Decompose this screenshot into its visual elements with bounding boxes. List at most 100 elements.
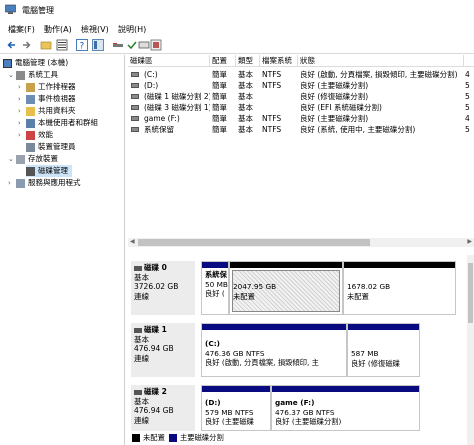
volume-type: 基本 xyxy=(238,103,253,112)
expand-arrow-icon[interactable]: › xyxy=(18,129,26,141)
collapse-arrow-icon[interactable]: ⌄ xyxy=(8,69,16,81)
disk-map: 磁碟 0 基本 3726.02 GB 連線 系統保 50 MB 良好 ( 204… xyxy=(128,255,467,431)
partition-c[interactable]: (C:) 476.36 GB NTFS 良好 (啟動, 分頁檔案, 損毀傾印, … xyxy=(201,323,347,377)
volume-row[interactable]: game (F:) 簡單 基本 NTFS 良好 (主要磁碟分割) 4 xyxy=(128,113,474,124)
column-header-filesystem[interactable]: 檔案系統 xyxy=(260,55,298,67)
window-title: 電腦管理 xyxy=(22,6,54,15)
menu-action[interactable]: 動作(A) xyxy=(44,24,72,35)
refresh-icon[interactable] xyxy=(112,39,124,51)
menu-file[interactable]: 檔案(F) xyxy=(8,24,35,35)
tree-storage[interactable]: ⌄ 存放裝置 xyxy=(8,153,58,165)
volume-filesystem: NTFS xyxy=(262,125,282,134)
disk-2-label[interactable]: 磁碟 2 基本 476.94 GB 連線 xyxy=(131,385,195,431)
volume-row[interactable]: 系統保留 簡單 基本 NTFS 良好 (系統, 使用中, 主要磁碟分割) 5 xyxy=(128,124,474,135)
partition-recovery[interactable]: 587 MB 良好 (修復磁碟 xyxy=(347,323,420,377)
menu-help[interactable]: 說明(H) xyxy=(118,24,146,35)
partition-status: 良好 (啟動, 分頁檔案, 損毀傾印, 主 xyxy=(205,358,319,367)
checkmark-icon[interactable] xyxy=(126,39,138,51)
partition-bar xyxy=(344,262,455,268)
partition-d[interactable]: (D:) 579 MB NTFS 良好 (主要磁碟 xyxy=(201,385,271,431)
volume-row[interactable]: (C:) 簡單 基本 NTFS 良好 (啟動, 分頁檔案, 損毀傾印, 主要磁碟… xyxy=(128,69,474,80)
partition-size: 579 MB NTFS xyxy=(205,407,254,417)
partition-status: 良好 (主要磁碟分割) xyxy=(275,417,342,426)
view-icon[interactable] xyxy=(92,39,104,51)
tree-system-tools[interactable]: ⌄ 系統工具 xyxy=(8,69,58,81)
partition-f[interactable]: game (F:) 476.37 GB NTFS 良好 (主要磁碟分割) xyxy=(271,385,420,431)
volume-type: 基本 xyxy=(238,92,253,101)
tree-event-viewer[interactable]: › 事件檢視器 xyxy=(18,93,76,105)
up-folder-icon[interactable] xyxy=(40,39,52,51)
services-icon xyxy=(16,178,25,188)
expand-arrow-icon[interactable]: › xyxy=(18,117,26,129)
expand-arrow-icon[interactable]: › xyxy=(18,93,26,105)
tree-device-manager[interactable]: 裝置管理員 xyxy=(26,141,76,153)
partition-system-reserved[interactable]: 系統保 50 MB 良好 ( xyxy=(201,261,229,315)
tree-local-users[interactable]: › 本機使用者和群組 xyxy=(18,117,98,129)
disk-type: 基本 xyxy=(134,272,149,282)
partition-bar xyxy=(202,324,346,330)
properties-icon[interactable] xyxy=(56,39,68,51)
column-header-capacity[interactable] xyxy=(464,55,474,67)
horizontal-scrollbar[interactable]: ◀ ▶ xyxy=(128,238,474,247)
disk-status: 連線 xyxy=(134,353,149,363)
disk-0-label[interactable]: 磁碟 0 基本 3726.02 GB 連線 xyxy=(131,261,195,315)
collapse-arrow-icon[interactable]: ⌄ xyxy=(8,153,16,165)
forward-icon[interactable] xyxy=(20,39,32,51)
partition-unallocated[interactable]: 2047.95 GB 未配置 xyxy=(229,261,343,315)
partition-size: 1678.02 GB xyxy=(347,282,391,291)
column-header-status[interactable]: 狀態 xyxy=(298,55,464,67)
volume-row[interactable]: (磁碟 3 磁碟分割 1) 簡單 基本 良好 (EFI 系統磁碟分割) 5 xyxy=(128,102,474,113)
computer-management-icon xyxy=(5,4,16,14)
tree-shared-folders[interactable]: › 共用資料夾 xyxy=(18,105,76,117)
performance-icon xyxy=(26,130,35,140)
disk-type: 基本 xyxy=(134,334,149,344)
storage-icon xyxy=(16,154,25,164)
column-header-volume[interactable]: 磁碟區 xyxy=(128,55,210,67)
volume-row[interactable]: (磁碟 1 磁碟分割 2) 簡單 基本 良好 (修復磁碟分割) 5 xyxy=(128,91,474,102)
tree-disk-management-label: 磁碟管理 xyxy=(38,166,68,175)
tree-task-scheduler[interactable]: › 工作排程器 xyxy=(18,81,76,93)
menu-bar: 檔案(F) 動作(A) 檢視(V) 說明(H) xyxy=(0,22,474,36)
tree-disk-management[interactable]: 磁碟管理 xyxy=(26,165,72,177)
partition-unallocated[interactable]: 1678.02 GB 未配置 xyxy=(343,261,456,315)
partition-status: 良好 (修復磁碟 xyxy=(351,358,400,368)
back-icon[interactable] xyxy=(6,39,18,51)
menu-view[interactable]: 檢視(V) xyxy=(81,24,109,35)
partition-status: 良好 ( xyxy=(205,289,225,298)
column-header-layout[interactable]: 配置 xyxy=(210,55,236,67)
tree-performance[interactable]: › 效能 xyxy=(18,129,53,141)
volume-row[interactable]: (D:) 簡單 基本 NTFS 良好 (主要磁碟分割) 5 xyxy=(128,80,474,91)
volume-layout: 簡單 xyxy=(212,103,227,112)
tree-task-scheduler-label: 工作排程器 xyxy=(38,82,76,91)
partition-size: 587 MB xyxy=(351,349,379,358)
tree-storage-label: 存放裝置 xyxy=(28,154,58,163)
volume-capacity: 4 xyxy=(465,70,470,79)
scroll-right-icon[interactable]: ▶ xyxy=(467,238,472,245)
scroll-left-icon[interactable]: ◀ xyxy=(130,238,135,245)
tree-root[interactable]: 電腦管理 (本機) xyxy=(3,57,68,69)
navigation-tree: 電腦管理 (本機) ⌄ 系統工具 › 工作排程器 › 事件檢視器 › 共用資料夾 › 本機… xyxy=(0,55,125,445)
vertical-scrollbar[interactable] xyxy=(467,255,474,445)
partition-bar xyxy=(230,262,342,268)
tree-root-label: 電腦管理 (本機) xyxy=(15,58,69,67)
volume-name: (D:) xyxy=(144,81,159,90)
expand-arrow-icon[interactable]: › xyxy=(18,105,26,117)
expand-arrow-icon[interactable]: › xyxy=(8,177,16,189)
drive-icon[interactable] xyxy=(138,39,150,51)
help-icon[interactable]: ? xyxy=(76,39,88,51)
drive-icon xyxy=(131,72,139,77)
volume-name: (C:) xyxy=(144,70,158,79)
volume-capacity: 5 xyxy=(465,125,470,134)
drive-icon xyxy=(131,83,139,88)
scrollbar-thumb[interactable] xyxy=(468,263,473,323)
disk-1-label[interactable]: 磁碟 1 基本 476.94 GB 連線 xyxy=(131,323,195,377)
tree-services[interactable]: › 服務與應用程式 xyxy=(8,177,81,189)
volume-layout: 簡單 xyxy=(212,81,227,90)
scrollbar-thumb[interactable] xyxy=(138,239,370,246)
drive-icon xyxy=(131,127,139,132)
users-icon xyxy=(26,118,35,128)
column-header-type[interactable]: 類型 xyxy=(236,55,260,67)
volume-status: 良好 (主要磁碟分割) xyxy=(300,114,369,123)
settings-icon[interactable] xyxy=(150,39,162,51)
expand-arrow-icon[interactable]: › xyxy=(18,81,26,93)
